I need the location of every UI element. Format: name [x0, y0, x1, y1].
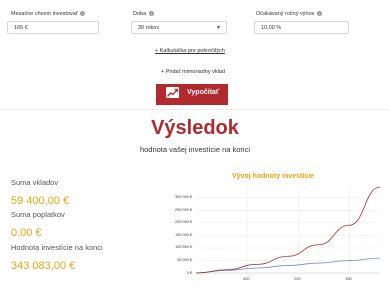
investment-chart: [195, 186, 381, 274]
value-series-line: [195, 186, 381, 274]
